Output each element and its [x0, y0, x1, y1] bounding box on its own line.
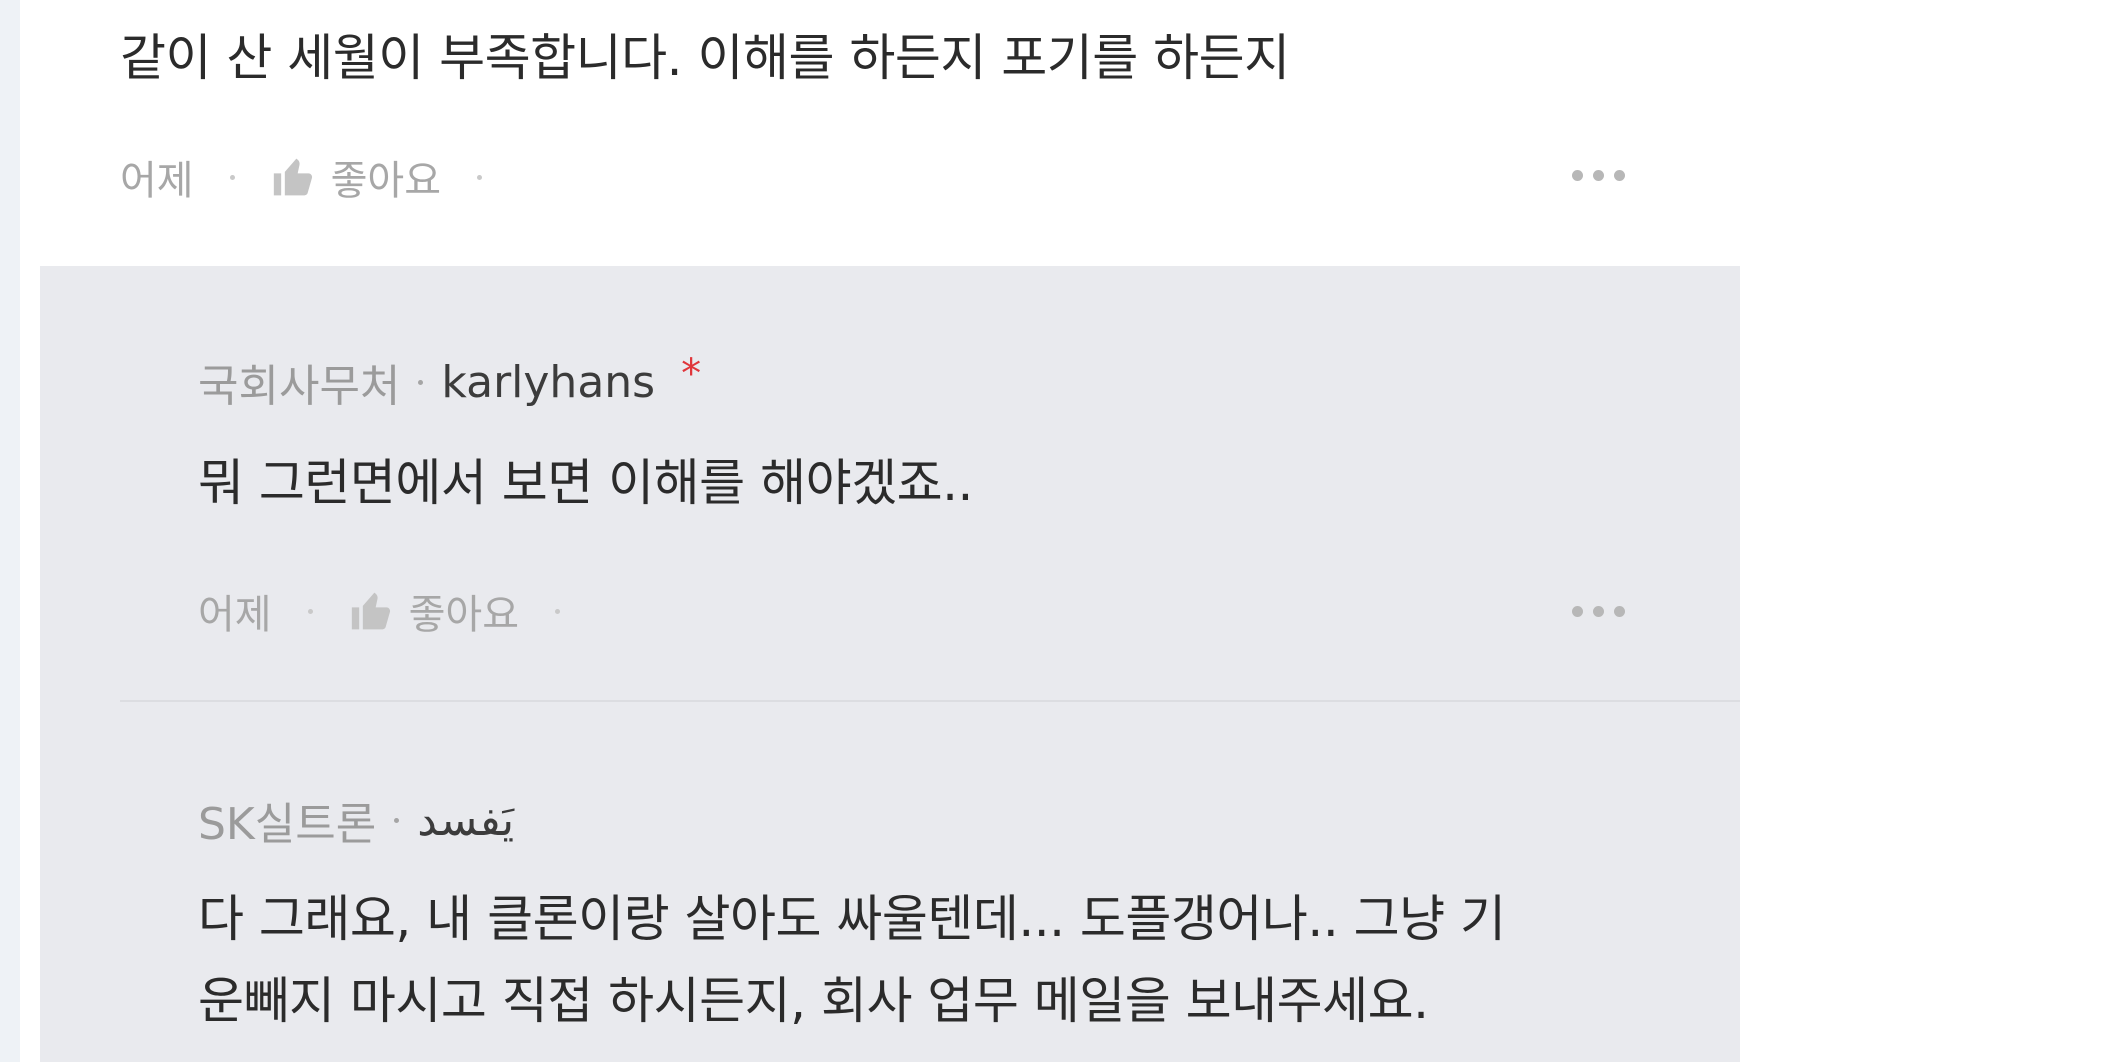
left-gutter	[0, 0, 20, 1062]
reply-time: 어제	[198, 592, 272, 638]
reply-more-options-button[interactable]	[1564, 598, 1633, 625]
reply-org: 국회사무처	[198, 361, 401, 412]
more-dot	[1614, 606, 1625, 617]
thumbs-up-icon	[351, 592, 390, 630]
meta-separator	[229, 174, 235, 180]
more-dot	[1572, 170, 1583, 181]
meta-separator	[555, 608, 561, 614]
reply-nickname[interactable]: karlyhans	[441, 357, 655, 408]
reply-divider	[120, 700, 1740, 702]
reply-meta: 어제 좋아요	[198, 582, 596, 640]
meta-separator	[307, 608, 313, 614]
thumbs-up-icon	[273, 158, 312, 196]
reply-author: SK실트론 يَفسد	[198, 788, 514, 852]
right-whitespace	[1740, 0, 2128, 1062]
reply-line: 운빼지 마시고 직접 하시든지, 회사 업무 메일을 보내주세요.	[198, 972, 1429, 1030]
comment-time: 어제	[120, 158, 194, 204]
author-badge: *	[681, 351, 702, 397]
replies-section: 국회사무처 karlyhans * 뭐 그런면에서 보면 이해를 해야겠죠.. …	[40, 266, 1740, 1062]
reply-text: 뭐 그런면에서 보면 이해를 해야겠죠..	[198, 442, 973, 524]
meta-separator	[477, 174, 483, 180]
reply-nickname[interactable]: يَفسد	[417, 795, 514, 846]
author-separator	[418, 379, 424, 385]
author-separator	[394, 817, 400, 823]
more-dot	[1593, 606, 1604, 617]
comment-text: 같이 산 세월이 부족합니다. 이해를 하든지 포기를 하든지	[120, 29, 1290, 87]
like-label: 좋아요	[408, 592, 520, 638]
reply-org: SK실트론	[198, 799, 377, 850]
like-label: 좋아요	[330, 158, 442, 204]
reply-like-button[interactable]: 좋아요	[349, 582, 519, 640]
comment-meta: 어제 좋아요	[120, 148, 518, 206]
like-button[interactable]: 좋아요	[271, 148, 441, 206]
reply-author: 국회사무처 karlyhans *	[198, 350, 701, 414]
more-dot	[1572, 606, 1583, 617]
more-options-button[interactable]	[1564, 162, 1633, 189]
reply-text: 다 그래요, 내 클론이랑 살아도 싸울텐데... 도플갱어나.. 그냥 기 운…	[198, 878, 1506, 1042]
reply-line: 뭐 그런면에서 보면 이해를 해야겠죠..	[198, 454, 973, 512]
more-dot	[1614, 170, 1625, 181]
reply-line: 다 그래요, 내 클론이랑 살아도 싸울텐데... 도플갱어나.. 그냥 기	[198, 890, 1506, 948]
more-dot	[1593, 170, 1604, 181]
